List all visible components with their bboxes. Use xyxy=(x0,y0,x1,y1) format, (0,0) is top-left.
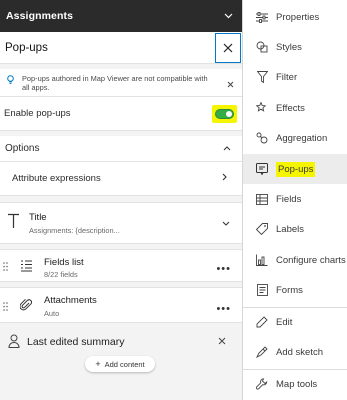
rail-item-configure-charts[interactable]: Configure charts xyxy=(243,245,347,275)
title-card-value: Assignments: {description... xyxy=(29,226,120,235)
chevron-down-icon xyxy=(222,218,230,229)
last-edited-summary: Last edited summary + Add content xyxy=(0,325,242,400)
enable-popups-toggle[interactable] xyxy=(215,108,234,119)
attachments-mode: Auto xyxy=(44,309,60,318)
edit-icon xyxy=(254,314,270,330)
styles-icon xyxy=(254,39,270,55)
rail-item-label: Properties xyxy=(276,11,320,23)
options-label: Options xyxy=(5,143,40,154)
page-title: Pop-ups xyxy=(5,41,48,54)
chevron-down-icon xyxy=(223,11,233,21)
more-options-button[interactable]: ••• xyxy=(216,263,231,275)
close-button[interactable] xyxy=(215,32,241,63)
enable-popups-row: Enable pop-ups xyxy=(0,97,242,131)
rail-item-label: Map tools xyxy=(276,378,318,390)
lightbulb-icon xyxy=(7,75,14,88)
forms-icon xyxy=(254,282,270,298)
rail-item-label: Configure charts xyxy=(276,254,346,266)
rail-item-filter[interactable]: Filter xyxy=(243,62,347,92)
rail-item-label: Edit xyxy=(276,316,293,328)
rail-item-forms[interactable]: Forms xyxy=(243,275,347,305)
rail-item-styles[interactable]: Styles xyxy=(243,32,347,62)
enable-popups-toggle-highlight xyxy=(212,104,237,123)
enable-popups-label: Enable pop-ups xyxy=(4,108,71,119)
rail-item-label: Labels xyxy=(276,223,304,235)
close-icon xyxy=(223,43,233,52)
rail-item-properties[interactable]: Properties xyxy=(243,2,347,32)
rail-item-aggregation[interactable]: Aggregation xyxy=(243,123,347,153)
layer-name: Assignments xyxy=(6,10,74,22)
rail-item-label: Fields xyxy=(276,193,302,205)
options-header[interactable]: Options xyxy=(0,136,242,162)
person-icon xyxy=(8,334,20,351)
fields-list-label: Fields list xyxy=(44,257,84,268)
title-card-label: Title xyxy=(29,212,47,223)
plus-icon: + xyxy=(95,359,101,369)
dismiss-notice-button[interactable] xyxy=(227,80,234,91)
rail-item-edit[interactable]: Edit xyxy=(243,307,347,337)
paperclip-icon xyxy=(19,298,32,315)
filter-icon xyxy=(254,69,270,85)
sliders-icon xyxy=(254,9,270,25)
layer-settings-rail: Properties Styles Filter Effects Aggrega… xyxy=(243,0,347,400)
close-icon xyxy=(218,337,226,345)
rail-item-label: Add sketch xyxy=(276,346,323,358)
chevron-right-icon xyxy=(222,173,227,184)
chevron-up-icon xyxy=(223,143,231,154)
remove-summary-button[interactable] xyxy=(218,337,226,348)
map-tools-icon xyxy=(254,376,270,392)
options-section: Options Attribute expressions xyxy=(0,136,242,196)
attachments-card[interactable]: Attachments Auto ••• xyxy=(0,287,242,323)
rail-item-label: Forms xyxy=(276,284,303,296)
title-card[interactable]: Title Assignments: {description... xyxy=(0,202,242,244)
summary-label: Last edited summary xyxy=(27,336,125,348)
attachments-label: Attachments xyxy=(44,295,97,306)
drag-handle-icon[interactable] xyxy=(3,262,8,274)
rail-item-label: Filter xyxy=(276,71,298,83)
rail-item-labels[interactable]: Labels xyxy=(243,214,347,244)
rail-item-label: Aggregation xyxy=(276,132,328,144)
text-title-icon xyxy=(7,213,20,232)
panel-header: Pop-ups xyxy=(0,32,242,64)
fields-list-count: 8/22 fields xyxy=(44,270,78,279)
popup-icon xyxy=(254,161,270,177)
aggregation-icon xyxy=(254,130,270,146)
layer-properties-panel: Assignments Pop-ups Pop-ups authored in … xyxy=(0,0,243,400)
rail-item-effects[interactable]: Effects xyxy=(243,93,347,123)
rail-item-label: Pop-ups xyxy=(276,161,316,177)
more-options-button[interactable]: ••• xyxy=(216,303,231,315)
labels-icon xyxy=(254,221,270,237)
rail-item-fields[interactable]: Fields xyxy=(243,184,347,214)
fields-list-icon xyxy=(20,260,33,275)
charts-icon xyxy=(254,252,270,268)
layer-selector[interactable]: Assignments xyxy=(0,0,242,32)
drag-handle-icon[interactable] xyxy=(3,302,8,314)
rail-item-add-sketch[interactable]: Add sketch xyxy=(243,337,347,367)
rail-item-popups[interactable]: Pop-ups xyxy=(243,154,347,184)
rail-item-label: Styles xyxy=(276,41,302,53)
add-content-button[interactable]: + Add content xyxy=(85,356,155,372)
close-icon xyxy=(227,81,234,88)
fields-list-card[interactable]: Fields list 8/22 fields ••• xyxy=(0,249,242,282)
effects-icon xyxy=(254,100,270,116)
add-content-label: Add content xyxy=(104,359,145,369)
sketch-icon xyxy=(254,344,270,360)
rail-item-label: Effects xyxy=(276,102,305,114)
rail-item-map-tools[interactable]: Map tools xyxy=(243,369,347,399)
attribute-expressions-item[interactable]: Attribute expressions xyxy=(0,162,242,195)
notice-text: Pop-ups authored in Map Viewer are not c… xyxy=(22,74,208,92)
fields-icon xyxy=(254,191,270,207)
attribute-expressions-label: Attribute expressions xyxy=(12,173,101,184)
compatibility-notice: Pop-ups authored in Map Viewer are not c… xyxy=(0,69,242,97)
